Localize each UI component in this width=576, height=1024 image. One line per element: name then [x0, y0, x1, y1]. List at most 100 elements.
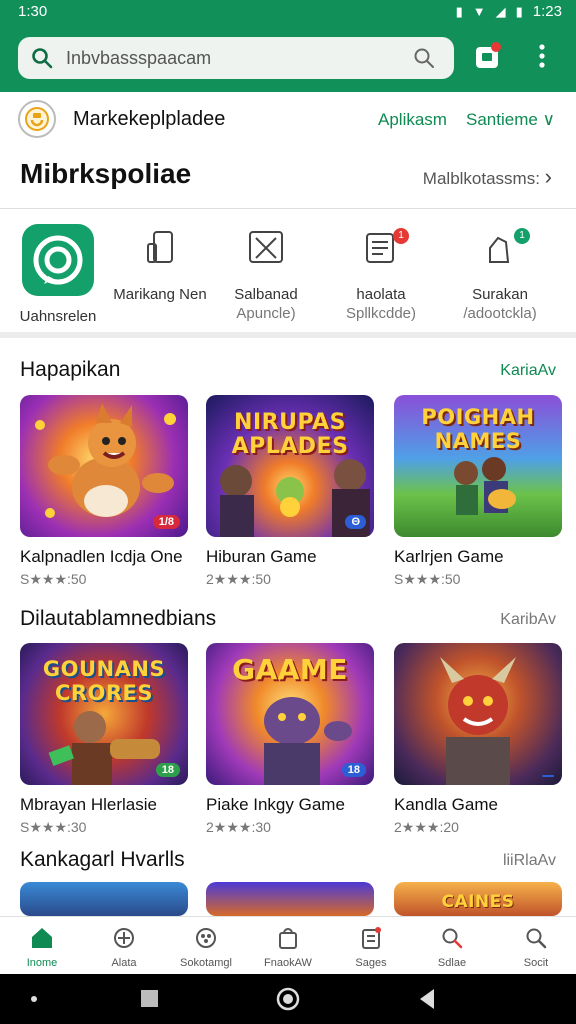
search-icon	[442, 928, 463, 949]
game-logo-text: CAINES	[441, 892, 515, 912]
app-thumbnail	[394, 643, 562, 785]
category-marketing[interactable]: Marikang Nen	[112, 224, 208, 303]
bottom-navigation: Inome Alata Sokotamgl FnaokAW Sages Sdla…	[0, 916, 576, 974]
search-icon	[32, 48, 53, 69]
rating-tag: 18	[341, 763, 366, 777]
rating-tag: 18	[155, 763, 180, 777]
app-card[interactable]: POIGHAH NAMES Karlrjen Game S★★★:50	[394, 395, 562, 588]
app-name: Kalpnadlen Icdja One	[20, 547, 183, 566]
nav-label: FnaokAW	[264, 957, 312, 969]
app-card[interactable]	[206, 882, 374, 916]
nav-label: Sages	[355, 957, 387, 969]
section-title: Hapapikan	[20, 358, 121, 381]
nav-label: Inome	[26, 957, 58, 969]
app-rating: 2★★★:30	[206, 819, 271, 835]
app-rating: 2★★★:50	[206, 571, 271, 587]
wifi-icon: ▼	[472, 3, 486, 19]
app-rating: S★★★:50	[20, 571, 87, 587]
nav-games[interactable]: Sokotamgl	[174, 925, 238, 969]
marketplace-logo	[18, 100, 56, 138]
cart-notification-icon[interactable]	[472, 40, 504, 72]
app-card[interactable]: GOUNANS CRORES 18 Mbrayan Hlerlasie S★★★…	[20, 643, 188, 836]
app-thumbnail: POIGHAH NAMES	[394, 395, 562, 537]
apps-link[interactable]: Aplikasm	[378, 110, 447, 130]
nav-social[interactable]: Socit	[504, 925, 568, 969]
signal-icon: ◢	[495, 3, 506, 19]
status-clock: 1:23	[532, 3, 562, 20]
app-card[interactable]	[20, 882, 188, 916]
marketplace-row: Markekeplpladee Aplikasm Santieme ∨	[0, 96, 576, 140]
category-data[interactable]: 1 haolata Spllkcdde)	[333, 224, 429, 322]
notification-badge: 1	[514, 228, 530, 244]
app-thumbnail	[206, 882, 374, 916]
category-app[interactable]: Uahnsrelen	[10, 224, 106, 325]
ogre-character-illustration	[440, 657, 516, 785]
chevron-right-icon: ›	[544, 164, 552, 189]
category-label: Uahnsrelen	[19, 308, 97, 325]
status-bar: 1:30 ▮ ▼ ◢ ▮ 1:23	[0, 0, 576, 26]
nav-pages[interactable]: Sages	[339, 925, 403, 969]
rating-tag: Θ	[345, 515, 366, 529]
nav-label: Sokotamgl	[180, 957, 232, 969]
home-icon	[32, 928, 52, 948]
app-name: Hiburan Game	[206, 547, 317, 566]
app-name: Mbrayan Hlerlasie	[20, 795, 157, 814]
nav-search[interactable]: Sdlae	[420, 925, 484, 969]
section-divider	[0, 332, 576, 338]
nav-label: Alata	[111, 957, 137, 969]
app-thumbnail: GAAME 18	[206, 643, 374, 785]
back-button[interactable]	[420, 989, 434, 1009]
rating-tag	[542, 775, 554, 777]
lock-icon: 1	[464, 224, 536, 296]
sort-dropdown[interactable]: Santieme ∨	[466, 110, 555, 130]
nav-home[interactable]: Inome	[10, 925, 74, 969]
search-submit-icon[interactable]	[412, 46, 436, 70]
app-thumbnail: CAINES	[394, 882, 562, 916]
app-logo-icon	[22, 224, 94, 296]
app-card[interactable]: GAAME 18 Piake Inkgy Game 2★★★:30	[206, 643, 374, 836]
search-input[interactable]: Inbvbassspaacam	[66, 48, 211, 69]
crossed-tools-icon	[230, 224, 302, 296]
recents-button[interactable]	[141, 990, 158, 1007]
nav-apps[interactable]: Alata	[92, 925, 156, 969]
category-tools[interactable]: Salbanad Apuncle)	[218, 224, 314, 322]
gear-grid-icon	[114, 928, 134, 948]
app-card[interactable]: NIRUPAS APLADES Θ Hiburan Game 2★★★:50	[206, 395, 374, 588]
section-more-link[interactable]: KariaAv	[500, 362, 556, 380]
category-security[interactable]: 1 Surakan /adootckla)	[452, 224, 548, 322]
document-icon: 1	[345, 224, 417, 296]
nav-shop[interactable]: FnaokAW	[256, 925, 320, 969]
section-more-link[interactable]: KaribAv	[500, 611, 556, 629]
status-time: 1:30	[18, 3, 48, 20]
notes-icon	[362, 927, 381, 949]
app-card[interactable]: 1/8 Kalpnadlen Icdja One S★★★:50	[20, 395, 188, 588]
app-name: Karlrjen Game	[394, 547, 504, 566]
section-more-link[interactable]: liiRlaAv	[503, 852, 556, 870]
app-header: 1:30 ▮ ▼ ◢ ▮ 1:23 Inbvbassspaacam	[0, 0, 576, 92]
gamepad-icon	[196, 928, 216, 948]
dot-icon[interactable]	[31, 996, 37, 1002]
page-more-label: Malblkotassms:	[422, 169, 540, 188]
phone-icon	[124, 224, 196, 296]
app-name: Piake Inkgy Game	[206, 795, 345, 814]
app-rating: 2★★★:20	[394, 819, 459, 835]
status-icons: ▮ ▼ ◢ ▮ 1:23	[456, 3, 562, 20]
app-card[interactable]: Kandla Game 2★★★:20	[394, 643, 562, 836]
nav-label: Socit	[523, 957, 549, 969]
app-thumbnail: GOUNANS CRORES 18	[20, 643, 188, 785]
battery-small-icon: ▮	[455, 3, 463, 19]
category-sub: Apuncle)	[236, 305, 296, 322]
category-sub: /adootckla)	[463, 305, 537, 322]
section-title: Kankagarl Hvarlls	[20, 848, 185, 871]
search-icon	[526, 928, 547, 949]
nav-label: Sdlae	[437, 957, 467, 969]
system-navigation-bar	[0, 974, 576, 1024]
page-more-link[interactable]: Malblkotassms: ›	[423, 164, 552, 190]
notification-badge: 1	[393, 228, 409, 244]
app-card[interactable]: CAINES	[394, 882, 562, 916]
battery-icon: ▮	[515, 3, 523, 19]
overflow-menu-icon[interactable]	[528, 40, 560, 72]
search-bar[interactable]: Inbvbassspaacam	[18, 37, 454, 79]
rating-tag: 1/8	[152, 515, 180, 529]
divider	[0, 208, 576, 209]
